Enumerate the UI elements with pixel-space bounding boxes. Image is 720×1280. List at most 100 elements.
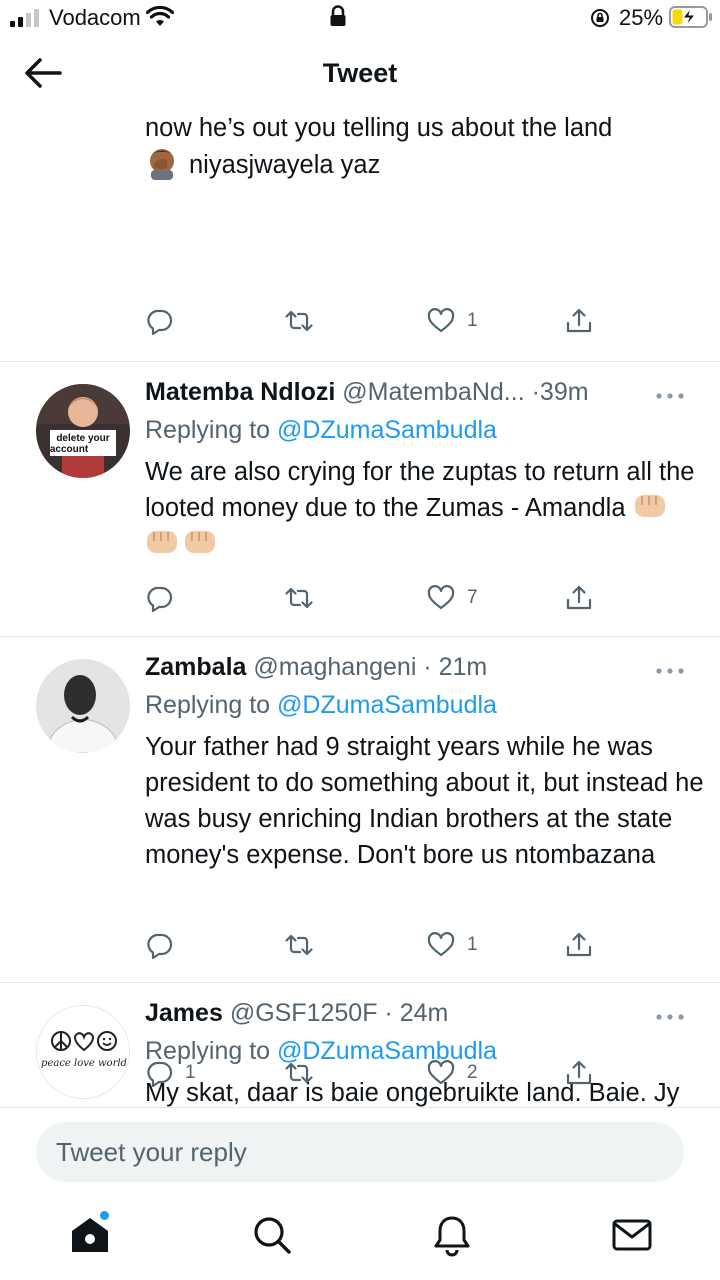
avatar[interactable]: delete your account <box>36 384 130 478</box>
tweet-item[interactable]: Zambala @maghangeni · 21m Replying to @D… <box>0 637 720 983</box>
tweet-time: 24m <box>399 999 449 1027</box>
reply-icon <box>147 309 173 335</box>
separator-dot: · <box>377 999 400 1027</box>
reply-count: 1 <box>185 1062 196 1083</box>
author-line: Zambala @maghangeni · 21m <box>145 653 645 682</box>
avatar-sign-text: delete your <box>56 433 109 444</box>
search-icon[interactable] <box>250 1213 294 1257</box>
author-name[interactable]: Matemba Ndlozi <box>145 378 335 406</box>
author-handle[interactable]: @GSF1250F <box>230 999 378 1027</box>
replying-to-mention[interactable]: @DZumaSambudla <box>277 691 497 719</box>
like-button[interactable]: 7 <box>427 580 478 616</box>
share-button[interactable] <box>565 1055 593 1091</box>
wifi-icon <box>146 6 174 26</box>
top-header: Tweet <box>0 36 720 112</box>
author-handle[interactable]: @maghangeni <box>253 653 416 681</box>
share-icon <box>566 1060 592 1085</box>
retweet-button[interactable] <box>285 1055 325 1091</box>
tweet-text: We are also crying for the zuptas to ret… <box>145 454 705 562</box>
reply-bar <box>0 1107 720 1195</box>
avatar-image <box>36 659 130 753</box>
replying-to: Replying to @DZumaSambudla <box>145 691 497 720</box>
tweet-text-span: niyasjwayela yaz <box>189 151 381 179</box>
new-content-indicator <box>100 1211 109 1220</box>
page-title: Tweet <box>322 58 398 88</box>
like-button[interactable]: 1 <box>427 927 478 963</box>
replying-to-mention[interactable]: @DZumaSambudla <box>277 416 497 444</box>
like-count: 2 <box>467 1062 478 1083</box>
bottom-nav <box>0 1195 720 1280</box>
separator-dot: · <box>416 653 439 681</box>
tweet-item[interactable]: delete your account Matemba Ndlozi @Mate… <box>0 362 720 637</box>
tweet-feed[interactable]: now he’s out you telling us about the la… <box>0 112 720 1107</box>
like-icon <box>427 585 455 610</box>
separator-dot: · <box>531 378 540 406</box>
author-name[interactable]: James <box>145 999 223 1027</box>
like-button[interactable]: 2 <box>427 1055 478 1091</box>
like-count: 1 <box>467 934 478 955</box>
carrier-name: Vodacom <box>49 5 141 30</box>
status-bar: Vodacom 25% <box>0 0 720 36</box>
tweet-text: Your father had 9 straight years while h… <box>145 733 704 869</box>
avatar[interactable]: peace love world <box>36 1005 130 1099</box>
reply-icon <box>147 1061 173 1087</box>
tweet-text-line: now he’s out you telling us about the la… <box>145 114 613 142</box>
notifications-icon[interactable] <box>430 1213 474 1257</box>
lock-icon <box>330 5 346 26</box>
avatar-text: peace love world <box>41 1058 127 1069</box>
like-button[interactable]: 1 <box>427 303 478 339</box>
tweet-text-span: We are also crying for the zuptas to ret… <box>145 458 695 522</box>
retweet-button[interactable] <box>285 580 325 616</box>
tweet-actions: 1 2 <box>145 1055 605 1091</box>
avatar[interactable] <box>36 659 130 753</box>
share-button[interactable] <box>565 303 593 339</box>
share-icon <box>566 585 592 610</box>
share-button[interactable] <box>565 927 593 963</box>
more-icon[interactable] <box>655 392 685 400</box>
retweet-icon <box>285 934 313 956</box>
signal-icon <box>10 9 39 27</box>
messages-icon[interactable] <box>610 1213 654 1257</box>
tweet-time: 39m <box>539 378 589 406</box>
author-handle[interactable]: @MatembaNd... <box>342 378 524 406</box>
fist-emoji-icon <box>634 495 665 517</box>
replying-to-label: Replying to <box>145 691 271 719</box>
reply-button[interactable] <box>145 580 185 616</box>
retweet-icon <box>285 587 313 609</box>
more-icon[interactable] <box>655 1013 685 1021</box>
reply-button[interactable]: 1 <box>145 1055 196 1091</box>
battery-charging-icon <box>669 6 712 28</box>
reply-icon <box>147 933 173 959</box>
tweet-item[interactable]: now he’s out you telling us about the la… <box>0 112 720 362</box>
battery-percent: 25% <box>619 5 664 30</box>
replying-to-label: Replying to <box>145 416 271 444</box>
replying-to: Replying to @DZumaSambudla <box>145 416 497 445</box>
fist-emoji-icon <box>147 531 177 553</box>
tweet-reply-input[interactable] <box>36 1122 684 1182</box>
retweet-icon <box>285 310 313 332</box>
like-icon <box>427 932 455 957</box>
retweet-icon <box>285 1062 313 1084</box>
tweet-actions: 1 <box>145 303 605 339</box>
author-name[interactable]: Zambala <box>145 653 246 681</box>
more-icon[interactable] <box>655 667 685 675</box>
tweet-text: now he’s out you telling us about the la… <box>145 112 705 183</box>
avatar-image: delete your account <box>36 384 130 478</box>
retweet-button[interactable] <box>285 303 325 339</box>
like-icon <box>427 308 455 333</box>
like-count: 1 <box>467 310 478 331</box>
like-count: 7 <box>467 587 478 608</box>
tweet-actions: 1 <box>145 927 605 963</box>
reply-button[interactable] <box>145 303 185 339</box>
share-icon <box>566 932 592 957</box>
author-line: James @GSF1250F · 24m <box>145 999 645 1028</box>
tweet-actions: 7 <box>145 580 605 616</box>
share-button[interactable] <box>565 580 593 616</box>
reply-icon <box>147 586 173 612</box>
avatar-image: peace love world <box>37 1006 129 1098</box>
retweet-button[interactable] <box>285 927 325 963</box>
rotation-lock-icon <box>591 9 609 27</box>
like-icon <box>427 1060 455 1085</box>
reply-button[interactable] <box>145 927 185 963</box>
fist-emoji-icon <box>185 531 215 553</box>
